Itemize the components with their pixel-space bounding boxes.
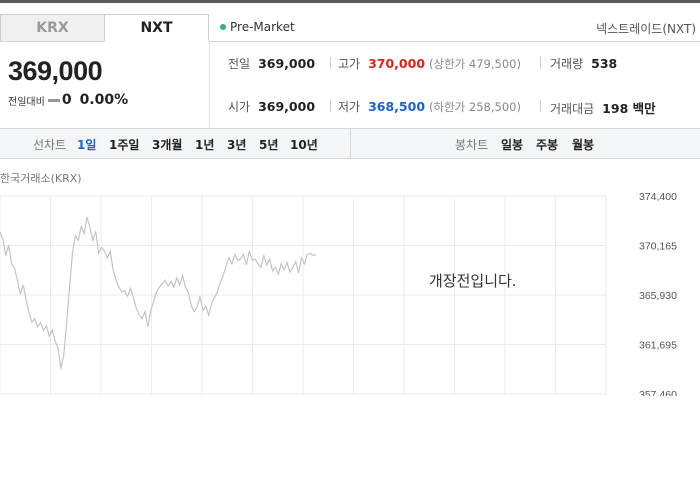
chart-period-bar: 선차트 1일 1주일 3개월 1년 3년 5년 10년 봉차트 일봉 주봉 월봉 <box>0 128 700 159</box>
y-tick-label: 365,930 <box>639 290 677 302</box>
top-border <box>0 0 700 3</box>
chart-source: 한국거래소(KRX) <box>0 172 82 185</box>
candle-monthly[interactable]: 월봉 <box>572 136 594 153</box>
exchange-tabs: KRX NXT <box>0 14 209 42</box>
tab-krx[interactable]: KRX <box>0 14 105 42</box>
period-1week[interactable]: 1주일 <box>109 136 139 153</box>
status-dot-icon <box>220 24 226 30</box>
pre-market-notice: 개장전입니다. <box>429 272 517 290</box>
period-10year[interactable]: 10년 <box>290 136 318 153</box>
stat-amount: 거래대금 198 백만 <box>550 101 656 116</box>
period-1year[interactable]: 1년 <box>195 136 214 153</box>
stat-open: 시가 369,000 <box>228 99 316 114</box>
period-3year[interactable]: 3년 <box>227 136 246 153</box>
price-line-chart: 374,400 370,165 365,930 361,695 357,460 <box>0 191 677 396</box>
candle-daily[interactable]: 일봉 <box>501 136 523 153</box>
current-price: 369,000 <box>8 56 103 86</box>
tab-nxt[interactable]: NXT <box>105 14 209 42</box>
stat-high: 고가 370,000 (상한가 479,500) <box>338 56 521 71</box>
price-change: 전일대비 0 0.00% <box>8 92 128 108</box>
period-3month[interactable]: 3개월 <box>152 136 182 153</box>
y-tick-label: 361,695 <box>639 340 677 352</box>
stat-volume: 거래량 538 <box>550 56 618 71</box>
candle-chart-label: 봉차트 <box>455 138 489 152</box>
market-state: Pre-Market <box>220 20 295 34</box>
change-label: 전일대비 <box>8 96 45 108</box>
line-chart-label: 선차트 <box>33 138 67 152</box>
candle-weekly[interactable]: 주봉 <box>536 136 558 153</box>
divider <box>209 42 210 128</box>
market-state-label: Pre-Market <box>230 20 295 34</box>
exchange-label: 넥스트레이드(NXT) <box>596 22 696 36</box>
flat-change-icon <box>47 98 60 102</box>
period-5year[interactable]: 5년 <box>259 136 278 153</box>
price-series-line <box>0 216 317 370</box>
period-1day[interactable]: 1일 <box>77 136 96 153</box>
y-tick-label: 374,400 <box>639 191 677 203</box>
change-amount: 0 <box>61 92 72 108</box>
stat-low: 저가 368,500 (하한가 258,500) <box>338 99 521 114</box>
y-tick-label: 357,460 <box>639 389 677 396</box>
stat-prev-close: 전일 369,000 <box>228 56 316 71</box>
change-percent: 0.00% <box>79 92 129 108</box>
y-tick-label: 370,165 <box>639 241 677 253</box>
